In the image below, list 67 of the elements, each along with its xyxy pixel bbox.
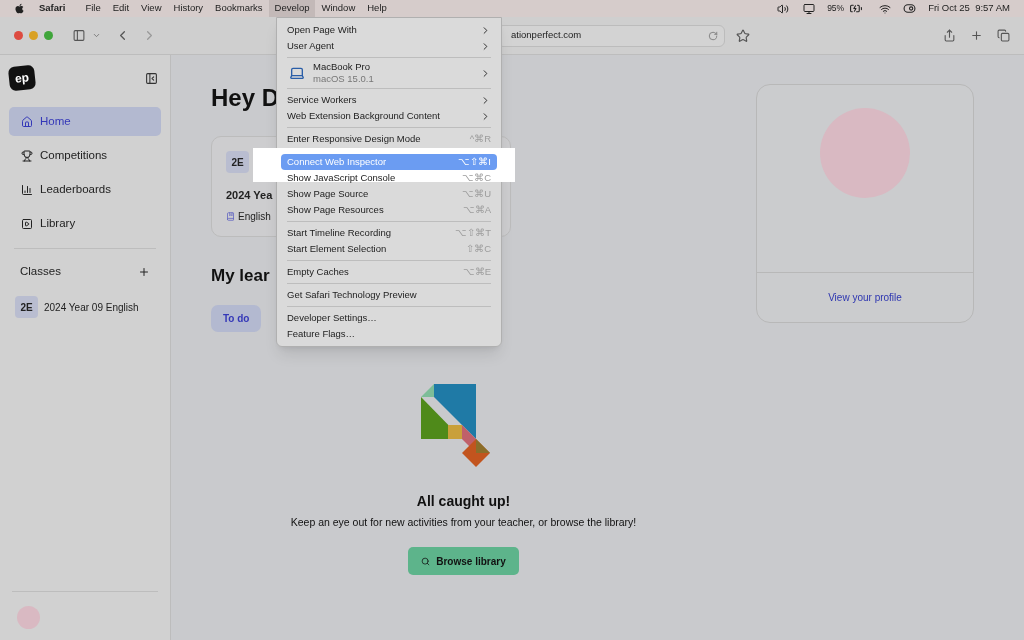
book-icon — [226, 211, 235, 221]
section-heading: My lear — [211, 265, 270, 287]
menu-title[interactable]: Edit — [106, 0, 136, 17]
view-profile-link[interactable]: View your profile — [828, 290, 902, 305]
shortcut-text: ⌥⌘U — [462, 186, 491, 201]
menu-title[interactable]: View — [135, 0, 168, 17]
class-subject: English — [238, 209, 271, 224]
menu-item[interactable]: Web Extension Background Content — [281, 108, 497, 124]
add-class-icon[interactable] — [138, 265, 150, 278]
filter-tab[interactable]: To do — [211, 304, 262, 332]
menu-item[interactable]: Enter Responsive Design Mode ^⌘R — [281, 131, 497, 147]
menu-item[interactable]: Developer Settings… — [281, 310, 497, 326]
sidebar-toggle-icon[interactable] — [72, 29, 86, 42]
menu-title[interactable]: Help — [361, 0, 393, 17]
menu-item[interactable]: User Agent — [281, 38, 497, 54]
trophy-icon — [21, 149, 33, 162]
menu-title[interactable]: History — [167, 0, 210, 17]
device-version: macOS 15.0.1 — [313, 73, 374, 85]
collapse-sidebar-icon[interactable] — [145, 71, 158, 85]
menu-item[interactable]: MacBook Pro macOS 15.0.1 — [281, 61, 497, 85]
nav-item[interactable]: Library — [9, 209, 161, 238]
app-logo[interactable]: ep — [7, 64, 37, 92]
menu-title[interactable]: Window — [315, 0, 362, 17]
class-title: 2024 Yea — [226, 188, 273, 203]
home-icon — [21, 115, 33, 128]
battery-percent: 95% — [827, 2, 845, 15]
menu-item[interactable]: Show Page Source ⌥⌘U — [281, 186, 497, 202]
app-menu[interactable]: Safari — [39, 1, 66, 16]
empty-state-text: Keep an eye out for new activities from your teacher, or browse the library! — [290, 514, 637, 530]
menu-item[interactable]: Service Workers — [281, 92, 497, 108]
new-tab-icon[interactable] — [970, 29, 983, 42]
chart-icon — [21, 183, 33, 196]
clock: Fri Oct 25 9:57 AM — [928, 1, 1010, 16]
display-icon[interactable] — [803, 2, 816, 15]
apple-icon[interactable] — [14, 3, 25, 14]
browse-library-button[interactable]: Browse library — [408, 547, 519, 576]
menu-title[interactable]: File — [79, 0, 107, 17]
shortcut-text: ^⌘R — [469, 131, 491, 146]
bookmark-star-icon[interactable] — [736, 28, 750, 43]
menu-title[interactable]: Bookmarks — [209, 0, 269, 17]
shortcut-text: ⌥⇧⌘I — [458, 154, 491, 169]
control-center-icon[interactable] — [903, 2, 917, 15]
class-badge: 2E — [15, 296, 38, 319]
search-icon — [421, 556, 431, 566]
close-window-button[interactable] — [14, 31, 23, 40]
menu-item[interactable]: Start Timeline Recording ⌥⇧⌘T — [281, 225, 497, 241]
menu-item[interactable]: Get Safari Technology Preview — [281, 287, 497, 303]
nav-item[interactable]: Home — [9, 107, 161, 136]
share-icon[interactable] — [943, 29, 956, 42]
library-icon — [21, 217, 33, 230]
menu-title[interactable]: Develop — [268, 0, 316, 17]
class-badge: 2E — [226, 151, 249, 173]
shortcut-text: ⌥⌘C — [462, 170, 491, 185]
laptop-icon — [287, 65, 307, 81]
classes-heading: Classes — [20, 264, 61, 279]
shortcut-text: ⌥⇧⌘T — [455, 225, 491, 240]
volume-icon[interactable] — [777, 2, 790, 15]
class-item[interactable]: 2E 2024 Year 09 English — [9, 296, 161, 319]
device-name: MacBook Pro — [313, 61, 372, 73]
tab-overview-icon[interactable] — [997, 29, 1010, 42]
wifi-icon[interactable] — [879, 2, 892, 15]
empty-state-title: All caught up! — [416, 491, 511, 511]
menu-item[interactable]: Open Page With — [281, 22, 497, 38]
nav-item[interactable]: Competitions — [9, 141, 161, 170]
menu-item[interactable]: Show JavaScript Console ⌥⌘C — [281, 170, 497, 186]
menu-item[interactable]: Feature Flags… — [281, 326, 497, 342]
nav-item[interactable]: Leaderboards — [9, 175, 161, 204]
